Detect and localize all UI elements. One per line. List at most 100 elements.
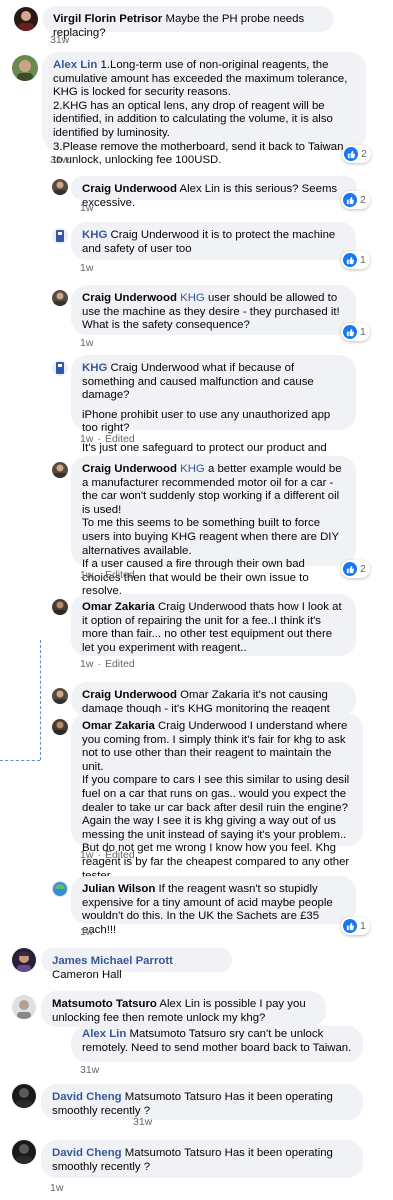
comment-author[interactable]: Julian Wilson [82,883,155,895]
comment-time[interactable]: 31w [80,1064,99,1076]
comment-bubble: Craig Underwood Alex Lin is this serious… [71,176,357,209]
comment-bubble: Alex Lin Matsumoto Tatsuro sry can't be … [71,1026,363,1062]
comment-bubble: Craig Underwood KHG user should be allow… [71,285,356,335]
comment-time[interactable]: 1w [80,569,93,581]
avatar[interactable] [12,55,38,81]
mention-link[interactable]: KHG [180,463,205,475]
comment-author[interactable]: KHG [82,229,107,241]
comment-meta: 1w · Edited [80,849,135,861]
comment-time[interactable]: 1w [80,262,93,274]
avatar[interactable] [14,7,38,31]
comment-bubble: Craig Underwood Omar Zakaria it's not ca… [71,682,356,716]
like-thumb-icon [344,147,358,161]
comment-author[interactable]: Alex Lin [53,59,97,71]
edited-label[interactable]: Edited [105,569,135,581]
comment-time[interactable]: 1w [80,337,93,349]
comment-bubble: Craig Underwood KHG a better example wou… [71,456,356,597]
comment-bubble: James Michael Parrott Cameron Hall [41,948,232,981]
avatar[interactable] [52,360,68,376]
comment-text: Again the way I see it is khg giving a w… [82,815,347,841]
like-thumb-icon [343,562,357,576]
avatar[interactable] [52,179,68,195]
comment-meta: 31w [50,34,73,46]
comment-bubble: Matsumoto Tatsuro Alex Lin is possible I… [41,991,326,1027]
avatar[interactable] [12,1140,36,1164]
edited-label[interactable]: Edited [105,849,135,861]
comment-text: 3.Please remove the motherboard, send it… [53,140,344,167]
comment-author[interactable]: KHG [82,362,107,374]
comment-author[interactable]: James Michael Parrott [52,955,173,967]
comment-author[interactable]: Matsumoto Tatsuro [52,998,157,1010]
comment-bubble: KHG Craig Underwood what if because of s… [71,355,356,468]
comment-meta: 1w [80,202,97,214]
comment-meta: 1w · Edited [80,433,135,445]
comment-text: Craig Underwood it is to protect the mac… [82,229,336,255]
comment-meta: 1w [80,262,97,274]
avatar[interactable] [52,688,68,704]
avatar[interactable] [52,719,68,735]
comment-meta: 1w [80,337,97,349]
comment-meta: 31w [133,1116,156,1128]
avatar[interactable] [52,228,68,244]
comment-text: 2.KHG has an optical lens, any drop of r… [53,99,333,139]
reaction-count[interactable]: 2 [341,191,370,209]
avatar[interactable] [12,1084,36,1108]
comment-meta: 1w · Edited [80,569,135,581]
comment-author[interactable]: Virgil Florin Petrisor [53,13,162,25]
like-thumb-icon [343,325,357,339]
comment-author[interactable]: Omar Zakaria [82,601,155,613]
comment-author[interactable]: David Cheng [52,1091,122,1103]
comment-time[interactable]: 1w [50,1182,63,1194]
avatar[interactable] [12,948,36,972]
reaction-count[interactable]: 1 [341,917,370,935]
comment-time[interactable]: 31w [133,1116,152,1128]
comment-time[interactable]: 31w [50,154,69,166]
comment-text: Craig Underwood what if because of somet… [82,362,314,402]
comment-bubble: Julian Wilson If the reagent wasn't so s… [71,876,356,936]
comment-time[interactable]: 1w [80,658,93,670]
avatar[interactable] [52,599,68,615]
comment-bubble: David Cheng Matsumoto Tatsuro Has it bee… [41,1084,363,1120]
comment-meta: 31w [50,154,73,166]
comment-meta: 31w [80,1064,103,1076]
comment-bubble: Omar Zakaria Craig Underwood thats how I… [71,594,356,656]
reaction-count[interactable]: 2 [342,145,371,163]
comment-author[interactable]: Craig Underwood [82,183,177,195]
edited-label[interactable]: Edited [105,658,135,670]
comment-author[interactable]: Omar Zakaria [82,720,155,732]
like-thumb-icon [343,193,357,207]
like-thumb-icon [343,253,357,267]
comment-text: If you compare to cars I see this simila… [82,774,350,814]
avatar[interactable] [52,462,68,478]
comment-bubble: Alex Lin 1.Long-term use of non-original… [42,52,366,166]
comment-text: iPhone prohibit user to use any unauthor… [82,408,331,435]
comment-time[interactable]: 1w [80,926,93,938]
comment-bubble: David Cheng Matsumoto Tatsuro Has it bee… [41,1140,363,1178]
comment-author[interactable]: Craig Underwood [82,689,177,701]
comment-time[interactable]: 1w [80,202,93,214]
comment-bubble: Omar Zakaria Craig Underwood I understan… [71,713,363,882]
comment-author[interactable]: Craig Underwood [82,463,177,475]
comment-author[interactable]: David Cheng [52,1147,122,1159]
reaction-count[interactable]: 1 [341,251,370,269]
comment-bubble: Virgil Florin Petrisor Maybe the PH prob… [42,6,334,39]
comment-time[interactable]: 31w [50,34,69,46]
avatar[interactable] [52,290,68,306]
comment-bubble: KHG Craig Underwood it is to protect the… [71,222,356,260]
comment-time[interactable]: 1w [80,433,93,445]
reaction-count[interactable]: 2 [341,560,370,578]
comment-author[interactable]: Alex Lin [82,1028,126,1040]
comment-author[interactable]: Craig Underwood [82,292,177,304]
comment-text: To me this seems to be something built t… [82,517,339,557]
like-thumb-icon [343,919,357,933]
comment-text: Cameron Hall [52,968,122,981]
reaction-count[interactable]: 1 [341,323,370,341]
avatar[interactable] [12,995,36,1019]
comment-meta: 1w [80,926,97,938]
mention-link[interactable]: KHG [180,292,205,304]
edited-label[interactable]: Edited [105,433,135,445]
avatar[interactable] [52,881,68,897]
comment-time[interactable]: 1w [80,849,93,861]
comment-text: 1.Long-term use of non-original reagents… [53,59,348,99]
thread-connector [40,640,41,760]
